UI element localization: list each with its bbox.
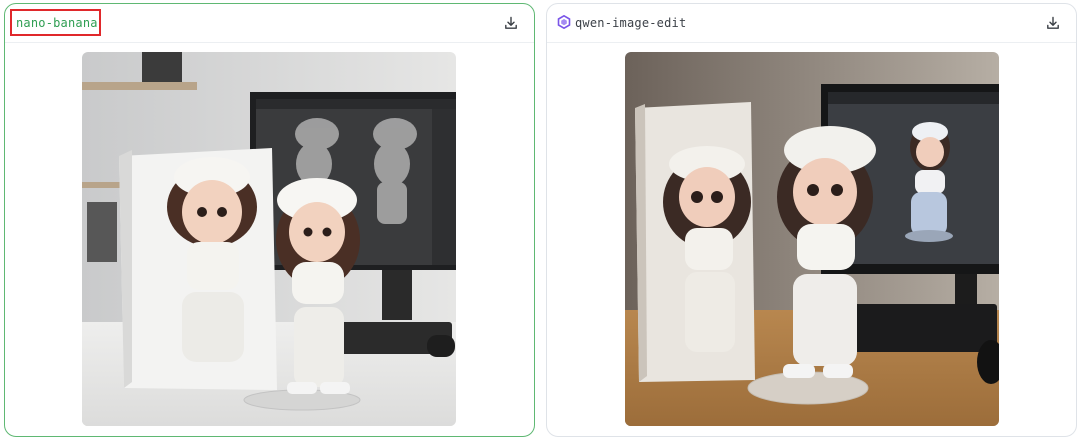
card-header: nano-banana <box>5 4 534 43</box>
model-name-label: nano-banana <box>16 16 98 30</box>
model-name-label: qwen-image-edit <box>575 16 687 30</box>
card-header: qwen-image-edit <box>547 4 1076 43</box>
generated-image[interactable] <box>625 52 999 426</box>
generated-image[interactable] <box>82 52 456 426</box>
figurine-image <box>625 52 999 426</box>
qwen-logo-icon <box>557 15 571 29</box>
download-button[interactable] <box>501 13 521 33</box>
result-card-qwen-image-edit[interactable]: qwen-image-edit <box>546 3 1077 437</box>
download-button[interactable] <box>1043 13 1063 33</box>
result-card-nano-banana[interactable]: nano-banana <box>4 3 535 437</box>
download-icon <box>505 16 517 29</box>
figurine-image <box>82 52 456 426</box>
download-icon <box>1047 16 1059 29</box>
